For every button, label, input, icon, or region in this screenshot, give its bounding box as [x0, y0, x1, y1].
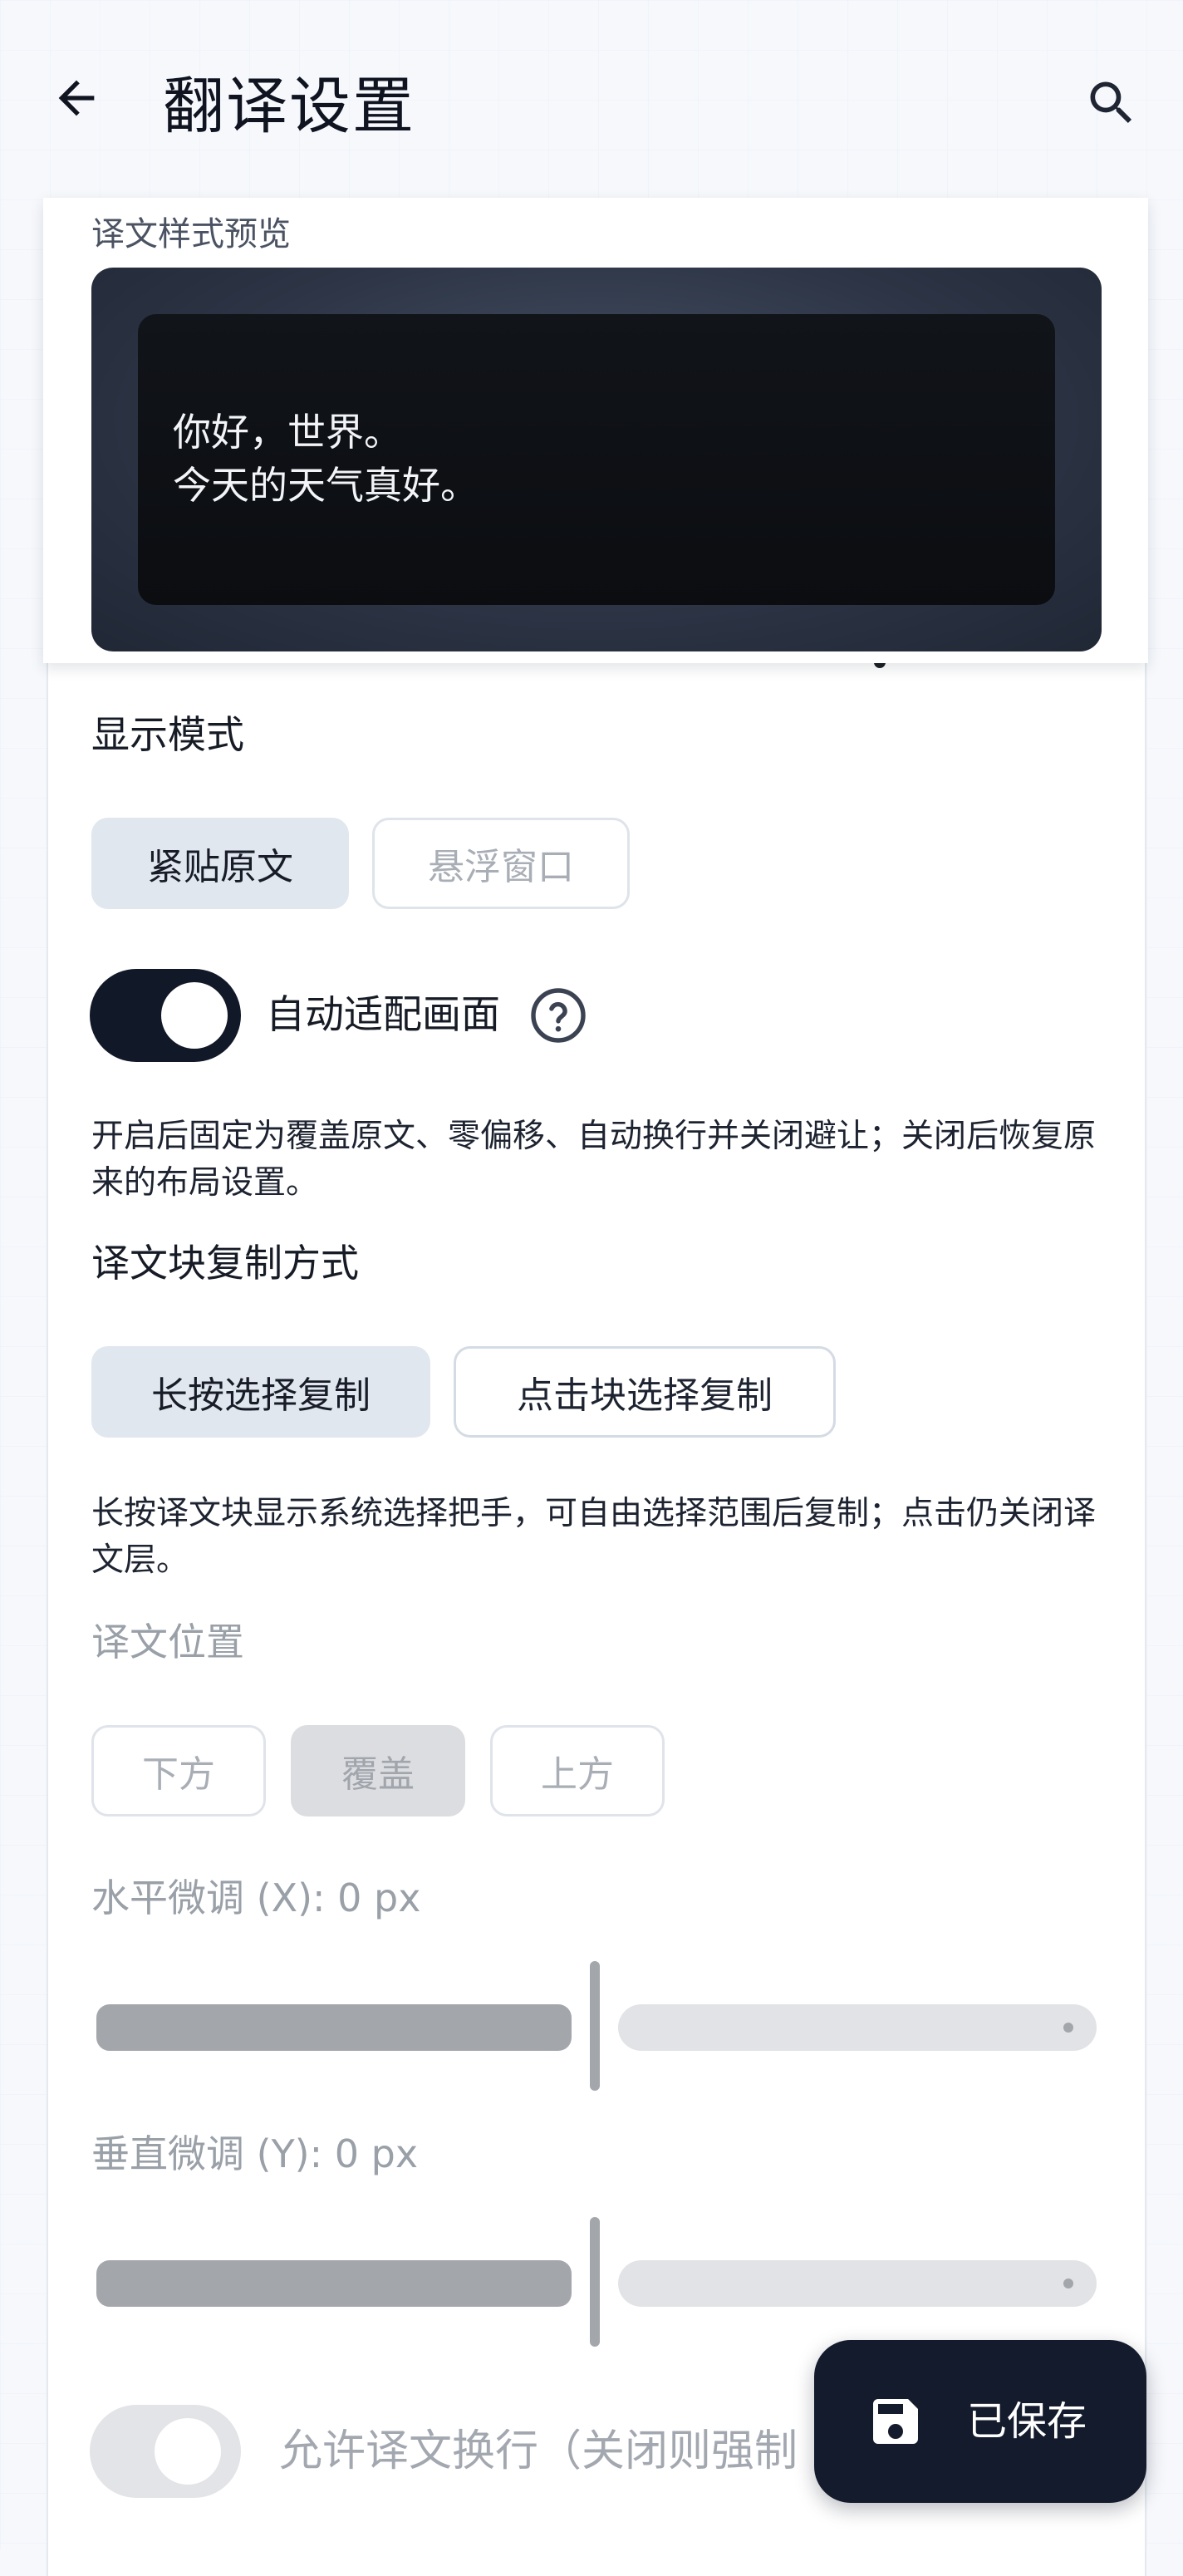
slider-end-dot	[1063, 2279, 1073, 2288]
position-option-above[interactable]: 上方	[490, 1725, 665, 1816]
offset-x-label: 水平微调 (X): 0 px	[91, 1875, 421, 1920]
fab-label: 已保存	[967, 2398, 1087, 2445]
save-icon-wrap	[862, 2388, 929, 2455]
slider-end-dot	[1063, 2023, 1073, 2033]
display-mode-option-attach[interactable]: 紧贴原文	[91, 818, 349, 909]
back-button[interactable]	[43, 65, 110, 131]
preview-screen: 你好，世界。 今天的天气真好。	[91, 268, 1102, 651]
offset-y-label: 垂直微调 (Y): 0 px	[91, 2131, 419, 2176]
slider-track-active	[96, 2260, 572, 2307]
toggle-knob	[161, 982, 228, 1049]
position-option-below[interactable]: 下方	[91, 1725, 266, 1816]
saved-fab-button[interactable]: 已保存	[814, 2340, 1146, 2503]
preview-label: 译文样式预览	[91, 215, 291, 253]
wrap-label: 允许译文换行（关闭则强制	[279, 2426, 798, 2476]
display-mode-label: 显示模式	[91, 712, 244, 757]
search-icon	[1090, 81, 1132, 124]
slider-thumb[interactable]	[590, 2217, 600, 2347]
display-mode-option-floating[interactable]: 悬浮窗口	[372, 818, 630, 909]
copy-mode-option-longpress[interactable]: 长按选择复制	[91, 1346, 430, 1438]
preview-text-box: 你好，世界。 今天的天气真好。	[138, 314, 1055, 605]
search-button[interactable]	[1077, 68, 1146, 138]
slider-track-active	[96, 2004, 572, 2051]
slider-thumb[interactable]	[590, 1961, 600, 2091]
position-option-overlay[interactable]: 覆盖	[291, 1725, 465, 1816]
preview-line: 今天的天气真好。	[173, 463, 479, 508]
offset-x-slider[interactable]	[93, 1961, 1097, 2094]
position-label: 译文位置	[91, 1620, 244, 1664]
wrap-toggle[interactable]	[90, 2405, 241, 2498]
slider-track-inactive	[618, 2260, 1097, 2307]
preview-line: 你好，世界。	[173, 410, 402, 455]
auto-fit-toggle[interactable]	[90, 969, 241, 1062]
auto-fit-label: 自动适配画面	[266, 992, 500, 1038]
help-circle-icon	[531, 988, 586, 1043]
copy-mode-label: 译文块复制方式	[91, 1241, 359, 1286]
preview-card: 译文样式预览 你好，世界。 今天的天气真好。	[43, 198, 1148, 663]
arrow-left-icon	[58, 80, 95, 116]
page-title: 翻译设置	[163, 71, 415, 142]
auto-fit-description: 开启后固定为覆盖原文、零偏移、自动换行并关闭避让；关闭后恢复原来的布局设置。	[91, 1118, 1097, 1202]
copy-mode-option-tap[interactable]: 点击块选择复制	[454, 1346, 836, 1438]
toggle-knob	[155, 2418, 221, 2485]
save-icon	[873, 2399, 918, 2444]
help-button[interactable]	[528, 986, 588, 1045]
slider-track-inactive	[618, 2004, 1097, 2051]
app-bar: 翻译设置	[0, 0, 1183, 199]
copy-mode-description: 长按译文块显示系统选择把手，可自由选择范围后复制；点击仍关闭译文层。	[91, 1495, 1097, 1579]
offset-y-slider[interactable]	[93, 2217, 1097, 2350]
